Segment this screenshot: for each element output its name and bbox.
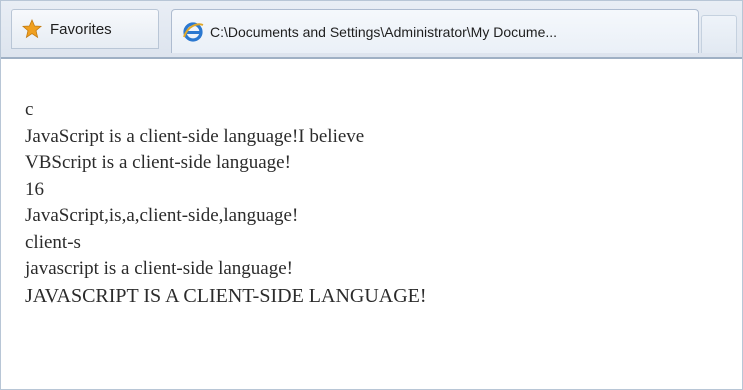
output-line: javascript is a client-side language! xyxy=(25,258,294,279)
tab-bar: Favorites C:\Documents and Settings\Admi… xyxy=(1,1,742,59)
internet-explorer-icon xyxy=(183,21,204,42)
output-line: VBScript is a client-side language! xyxy=(25,152,291,173)
tab-title: C:\Documents and Settings\Administrator\… xyxy=(210,23,558,40)
new-tab-button[interactable] xyxy=(701,15,737,53)
page-content: c JavaScript is a client-side language!I… xyxy=(1,59,742,389)
favorites-label: Favorites xyxy=(50,20,112,38)
output-line: client-s xyxy=(25,231,81,253)
output-line: JavaScript is a client-side language!I b… xyxy=(25,125,365,147)
output-line: JAVASCRIPT IS A CLIENT-SIDE LANGUAGE! xyxy=(25,284,427,307)
output-text: c JavaScript is a client-side language!I… xyxy=(25,97,427,309)
browser-window: Favorites C:\Documents and Settings\Admi… xyxy=(0,0,743,390)
output-line: JavaScript,is,a,client-side,language! xyxy=(25,205,299,226)
star-icon xyxy=(22,19,42,39)
favorites-button[interactable]: Favorites xyxy=(11,9,159,49)
output-line: 16 xyxy=(25,178,44,200)
tab-current-page[interactable]: C:\Documents and Settings\Administrator\… xyxy=(171,9,699,53)
output-line: c xyxy=(25,99,34,120)
